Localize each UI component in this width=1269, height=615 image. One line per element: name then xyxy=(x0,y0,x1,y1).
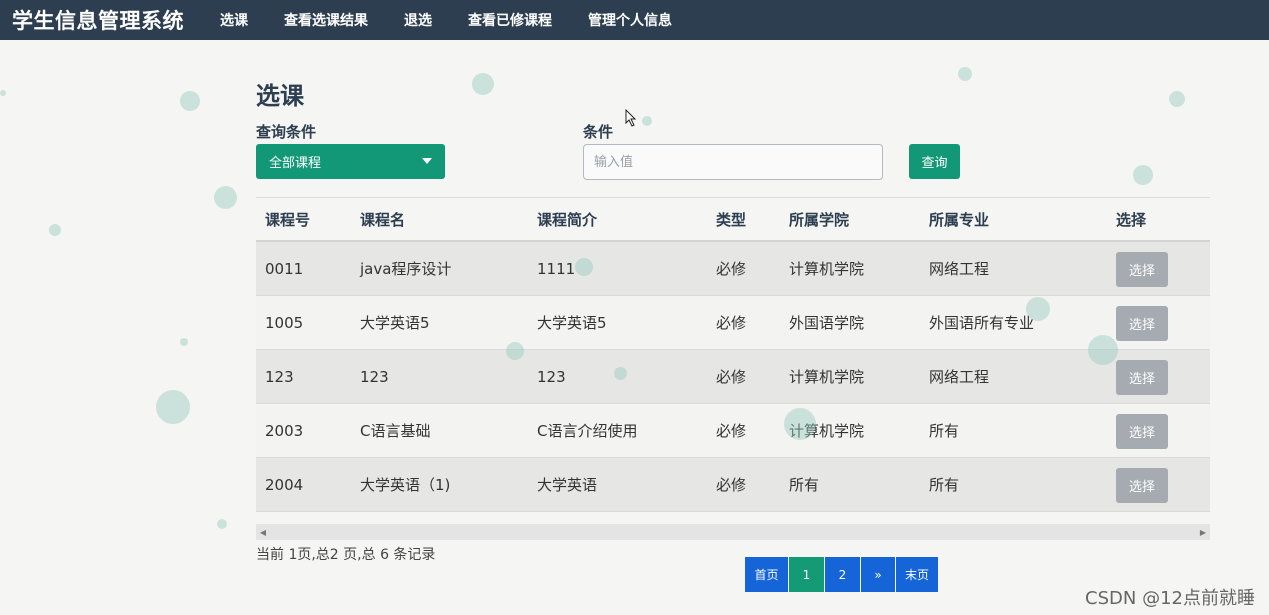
pager-next-button[interactable]: » xyxy=(861,557,895,592)
select-course-button[interactable]: 选择 xyxy=(1116,360,1168,395)
cell-course-intro: 123 xyxy=(537,367,566,386)
cell-course-type: 必修 xyxy=(716,422,747,440)
top-navbar: 学生信息管理系统 选课 查看选课结果 退选 查看已修课程 管理个人信息 xyxy=(0,0,1269,40)
cell-course-id: 123 xyxy=(265,367,294,386)
select-course-button[interactable]: 选择 xyxy=(1116,468,1168,503)
nav-item-personal-info[interactable]: 管理个人信息 xyxy=(588,10,672,30)
header-college: 所属学院 xyxy=(789,210,850,229)
cell-major: 网络工程 xyxy=(929,260,990,278)
cell-course-type: 必修 xyxy=(716,368,747,386)
cell-course-id: 2003 xyxy=(265,421,304,440)
pager-page-1[interactable]: 1 xyxy=(789,557,824,592)
cell-college: 所有 xyxy=(789,476,820,494)
header-course-intro: 课程简介 xyxy=(537,210,598,229)
cell-major: 网络工程 xyxy=(929,368,990,386)
mouse-cursor-icon xyxy=(625,109,637,127)
scroll-left-icon[interactable]: ◀ xyxy=(256,524,270,540)
header-select: 选择 xyxy=(1116,210,1147,229)
header-course-id: 课程号 xyxy=(265,210,311,229)
nav-item-completed-courses[interactable]: 查看已修课程 xyxy=(468,10,552,30)
cell-course-name: 123 xyxy=(360,367,389,386)
header-course-name: 课程名 xyxy=(360,210,406,229)
page-title: 选课 xyxy=(256,82,304,110)
header-course-type: 类型 xyxy=(716,210,747,229)
filter-select-value: 全部课程 xyxy=(269,156,322,171)
cell-course-type: 必修 xyxy=(716,314,747,332)
horizontal-scrollbar[interactable]: ◀ ▶ xyxy=(256,524,1210,540)
cell-college: 外国语学院 xyxy=(789,314,865,332)
cell-course-name: java程序设计 xyxy=(360,260,452,278)
cell-course-intro: 大学英语5 xyxy=(537,314,607,332)
cell-college: 计算机学院 xyxy=(789,260,865,278)
table-row: 2003 C语言基础 C语言介绍使用 必修 计算机学院 所有 选择 xyxy=(256,404,1210,458)
cell-course-name: 大学英语（1) xyxy=(360,476,451,494)
cell-course-name: 大学英语5 xyxy=(360,314,430,332)
app-brand: 学生信息管理系统 xyxy=(12,9,184,33)
select-course-button[interactable]: 选择 xyxy=(1116,252,1168,287)
query-button[interactable]: 查询 xyxy=(909,144,960,179)
table-header-row: 课程号 课程名 课程简介 类型 所属学院 所属专业 选择 xyxy=(256,197,1210,242)
cell-course-id: 2004 xyxy=(265,475,304,494)
caret-down-icon xyxy=(422,158,432,164)
cell-course-name: C语言基础 xyxy=(360,422,431,440)
condition-label: 条件 xyxy=(583,123,614,141)
scroll-right-icon[interactable]: ▶ xyxy=(1196,524,1210,540)
pager-first-button[interactable]: 首页 xyxy=(745,557,788,592)
pager-page-2[interactable]: 2 xyxy=(825,557,860,592)
cell-course-id: 0011 xyxy=(265,259,304,278)
cell-major: 所有 xyxy=(929,422,960,440)
cell-course-intro: C语言介绍使用 xyxy=(537,422,638,440)
filter-label: 查询条件 xyxy=(256,123,317,141)
pagination: 首页 1 2 » 末页 xyxy=(745,557,939,592)
cell-course-type: 必修 xyxy=(716,476,747,494)
select-course-button[interactable]: 选择 xyxy=(1116,414,1168,449)
filter-select[interactable]: 全部课程 xyxy=(256,144,445,179)
table-row: 1005 大学英语5 大学英语5 必修 外国语学院 外国语所有专业 选择 xyxy=(256,296,1210,350)
cell-major: 所有 xyxy=(929,476,960,494)
nav-item-view-selection-result[interactable]: 查看选课结果 xyxy=(284,10,368,30)
header-major: 所属专业 xyxy=(929,210,990,229)
condition-input[interactable] xyxy=(583,144,883,180)
pagination-status: 当前 1页,总2 页,总 6 条记录 xyxy=(256,547,436,563)
nav-item-select-course[interactable]: 选课 xyxy=(220,10,248,30)
cell-course-intro: 1111 xyxy=(537,259,576,278)
pager-last-button[interactable]: 末页 xyxy=(896,557,938,592)
course-table: 课程号 课程名 课程简介 类型 所属学院 所属专业 选择 0011 java程序… xyxy=(256,197,1210,512)
select-course-button[interactable]: 选择 xyxy=(1116,306,1168,341)
cell-course-id: 1005 xyxy=(265,313,304,332)
cell-course-intro: 大学英语 xyxy=(537,476,598,494)
cell-college: 计算机学院 xyxy=(789,368,865,386)
table-row: 123 123 123 必修 计算机学院 网络工程 选择 xyxy=(256,350,1210,404)
nav-item-drop-course[interactable]: 退选 xyxy=(404,10,432,30)
cell-major: 外国语所有专业 xyxy=(929,314,1035,332)
csdn-watermark: CSDN @12点前就睡 xyxy=(1085,588,1255,609)
table-row: 0011 java程序设计 1111 必修 计算机学院 网络工程 选择 xyxy=(256,242,1210,296)
table-row: 2004 大学英语（1) 大学英语 必修 所有 所有 选择 xyxy=(256,458,1210,512)
cell-course-type: 必修 xyxy=(716,260,747,278)
